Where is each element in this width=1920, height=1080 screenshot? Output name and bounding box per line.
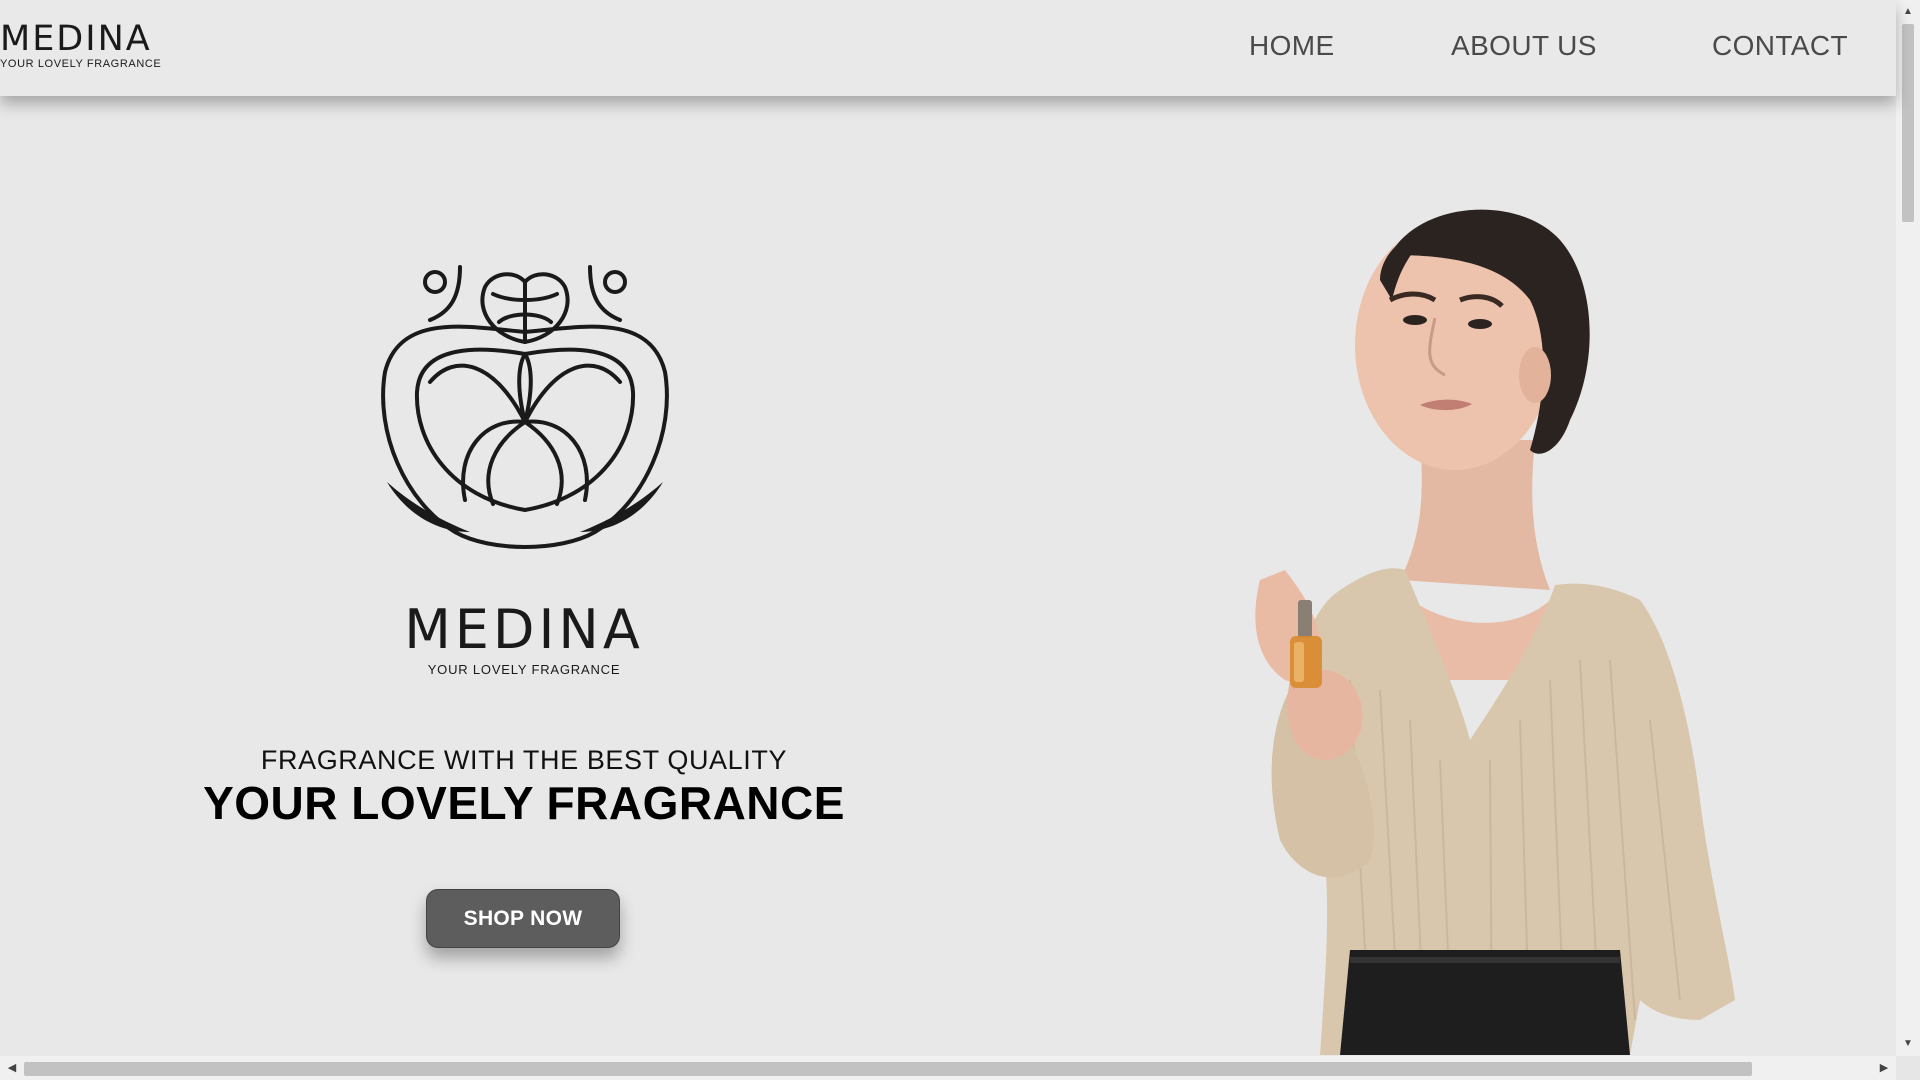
hero-headline-big: YOUR LOVELY FRAGRANCE <box>203 777 845 829</box>
header-logo[interactable]: MEDINA YOUR LOVELY FRAGRANCE <box>0 20 161 70</box>
hero-brand: MEDINA YOUR LOVELY FRAGRANCE <box>0 598 1048 678</box>
scrollbar-corner <box>1896 1056 1920 1080</box>
hero-brand-name: MEDINA <box>404 598 644 661</box>
hero-headline-small: FRAGRANCE WITH THE BEST QUALITY <box>260 745 788 775</box>
header-logo-tagline: YOUR LOVELY FRAGRANCE <box>0 58 162 70</box>
nav-home-link[interactable]: HOME <box>1249 30 1335 62</box>
nav-contact-link[interactable]: CONTACT <box>1712 30 1848 62</box>
horizontal-scroll-thumb[interactable] <box>24 1062 1752 1076</box>
nav-about-link[interactable]: ABOUT US <box>1451 30 1597 62</box>
page: MEDINA YOUR LOVELY FRAGRANCE HOME ABOUT … <box>0 0 1920 1080</box>
scroll-left-arrow-icon[interactable]: ◀ <box>2 1056 22 1080</box>
hero-headline: FRAGRANCE WITH THE BEST QUALITY YOUR LOV… <box>0 744 1048 830</box>
shop-now-button[interactable]: SHOP NOW <box>426 889 620 948</box>
scroll-up-arrow-icon[interactable]: ▲ <box>1896 2 1920 22</box>
hero-section: MEDINA YOUR LOVELY FRAGRANCE FRAGRANCE W… <box>0 0 1896 1055</box>
vertical-scroll-thumb[interactable] <box>1902 24 1914 222</box>
site-header: MEDINA YOUR LOVELY FRAGRANCE HOME ABOUT … <box>0 0 1896 96</box>
horizontal-scrollbar[interactable]: ◀ ▶ <box>0 1056 1896 1080</box>
scroll-down-arrow-icon[interactable]: ▼ <box>1896 1034 1920 1054</box>
header-logo-name: MEDINA <box>0 19 152 59</box>
brand-emblem-icon <box>381 265 669 549</box>
model-with-perfume-image <box>1255 209 1735 1055</box>
vertical-scrollbar[interactable]: ▲ ▼ <box>1896 0 1920 1056</box>
scroll-right-arrow-icon[interactable]: ▶ <box>1874 1056 1894 1080</box>
hero-brand-tagline: YOUR LOVELY FRAGRANCE <box>427 662 621 677</box>
